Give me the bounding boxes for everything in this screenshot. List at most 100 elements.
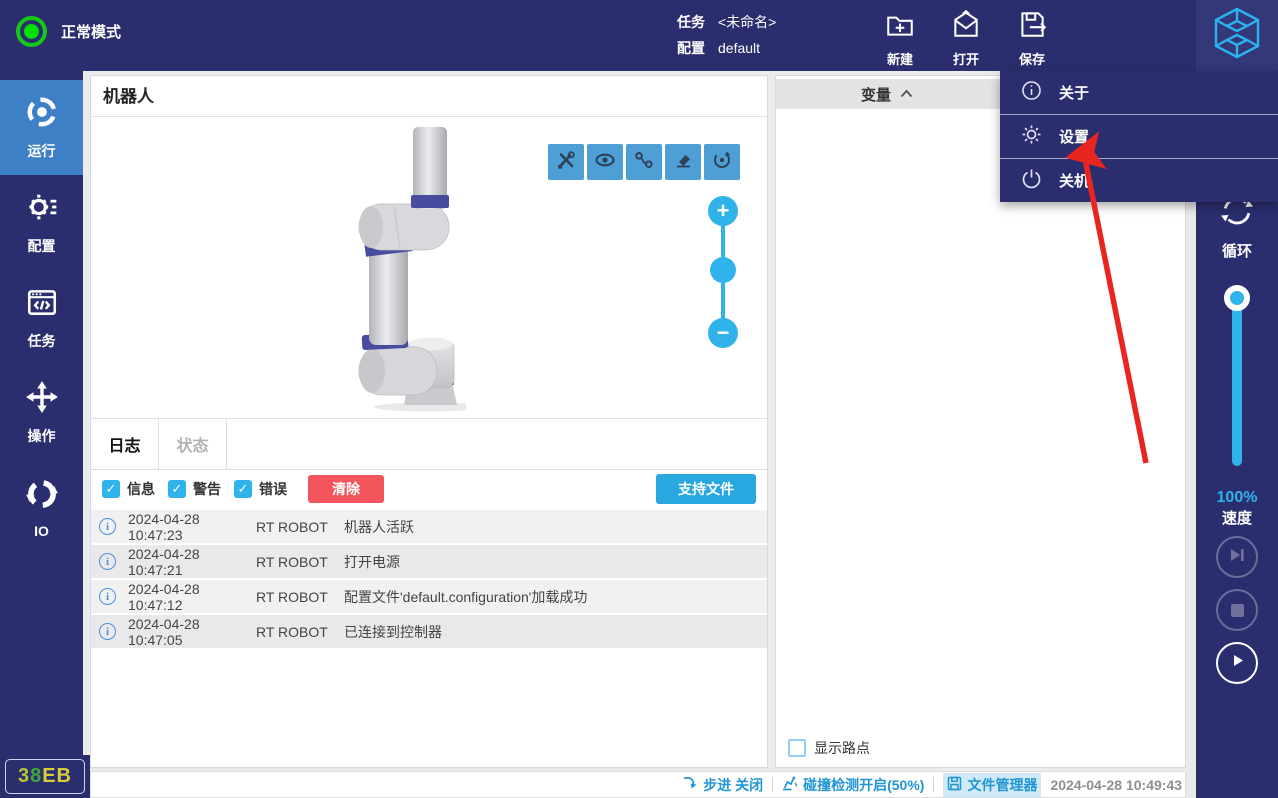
gear-list-icon [25, 190, 59, 229]
status-code-badge: 3 8 EB [5, 759, 85, 794]
speed-readout: 100% 速度 [1196, 487, 1278, 529]
menu-item-shutdown[interactable]: 关机 [1000, 158, 1278, 202]
sidebar-item-operate[interactable]: 操作 [0, 365, 83, 460]
play-icon [1228, 652, 1246, 674]
viewport-toolbar [548, 144, 740, 180]
mode-label: 正常模式 [61, 24, 122, 41]
show-waypoints-label: 显示路点 [814, 740, 870, 756]
robot-arm-render [358, 127, 466, 412]
sidebar-item-run-label: 运行 [27, 142, 56, 159]
file-manager-button[interactable]: 文件管理器 [943, 772, 1042, 797]
open-task-label: 打开 [952, 52, 979, 67]
tab-log[interactable]: 日志 [91, 419, 159, 469]
sidebar-item-task[interactable]: 任务 [0, 270, 83, 365]
status-code-char: 8 [30, 765, 43, 787]
path-curve-icon [633, 149, 655, 176]
divider [772, 777, 774, 792]
support-file-button[interactable]: 支持文件 [656, 474, 756, 504]
left-sidebar: 运行 配置 任务 操作 IO [0, 71, 83, 798]
status-code-char: 3 [17, 765, 31, 787]
eye-icon [594, 149, 616, 176]
mode-indicator-group: 正常模式 [16, 16, 121, 47]
new-task-button[interactable]: 新建 [884, 8, 916, 68]
warning-filter-checkbox[interactable] [168, 480, 186, 498]
speed-slider-handle[interactable] [1224, 285, 1250, 311]
error-filter-checkbox[interactable] [234, 480, 252, 498]
io-arrows-icon [25, 477, 59, 516]
log-row[interactable]: i 2024-04-28 10:47:12 RT ROBOT 配置文件'defa… [91, 578, 767, 613]
eraser-button[interactable] [665, 144, 701, 180]
sidebar-item-run[interactable]: 运行 [0, 80, 83, 175]
path-button[interactable] [626, 144, 662, 180]
log-message: 配置文件'default.configuration'加载成功 [344, 588, 588, 605]
error-filter-label: 错误 [259, 481, 287, 497]
info-icon: i [99, 588, 116, 605]
sidebar-item-io-label: IO [34, 522, 49, 539]
step-forward-button[interactable] [1216, 536, 1258, 578]
clear-log-button[interactable]: 清除 [308, 475, 384, 503]
sidebar-item-task-label: 任务 [27, 332, 56, 349]
new-folder-icon [884, 8, 916, 45]
variables-title: 变量 [861, 86, 892, 104]
step-mode-label: 步进 关闭 [703, 776, 764, 793]
open-task-button[interactable]: 打开 [950, 8, 982, 68]
info-filter-label: 信息 [127, 481, 155, 497]
eraser-icon [672, 149, 694, 176]
file-manager-label: 文件管理器 [967, 776, 1038, 793]
speed-label: 速度 [1221, 510, 1252, 527]
log-row[interactable]: i 2024-04-28 10:47:23 RT ROBOT 机器人活跃 [91, 508, 767, 543]
log-list: i 2024-04-28 10:47:23 RT ROBOT 机器人活跃 i 2… [91, 508, 767, 648]
info-icon: i [99, 518, 116, 535]
reset-rotation-button[interactable] [704, 144, 740, 180]
show-waypoints-checkbox[interactable] [788, 739, 806, 757]
visibility-button[interactable] [587, 144, 623, 180]
status-indicator-icon [16, 16, 47, 47]
collision-detection-label: 碰撞检测开启(50%) [803, 776, 925, 793]
speed-value: 100% [1216, 489, 1258, 506]
viewport-zoom-control: + − [708, 196, 738, 348]
save-icon [1016, 8, 1048, 45]
tab-status[interactable]: 状态 [159, 419, 227, 469]
tools-button[interactable] [548, 144, 584, 180]
log-time: 2024-04-28 10:47:05 [128, 615, 200, 648]
variables-collapse-toggle[interactable]: 变量 [861, 84, 913, 105]
log-message: 已连接到控制器 [344, 623, 442, 640]
save-task-button[interactable]: 保存 [1016, 8, 1048, 68]
task-label: 任务 [677, 14, 705, 30]
log-time: 2024-04-28 10:47:12 [128, 580, 200, 613]
divider [933, 777, 935, 792]
log-source: RT ROBOT [256, 518, 328, 535]
info-icon: i [99, 553, 116, 570]
speed-slider-track[interactable] [1232, 298, 1242, 466]
log-row[interactable]: i 2024-04-28 10:47:05 RT ROBOT 已连接到控制器 [91, 613, 767, 648]
collision-robot-icon [782, 775, 798, 794]
zoom-slider-handle[interactable] [710, 257, 736, 283]
zoom-out-button[interactable]: − [708, 318, 738, 348]
play-button[interactable] [1216, 642, 1258, 684]
step-mode-toggle[interactable]: 步进 关闭 [682, 775, 763, 795]
gear-icon [1021, 124, 1042, 149]
menu-item-settings-label: 设置 [1059, 129, 1090, 146]
save-task-label: 保存 [1018, 52, 1045, 67]
zoom-in-button[interactable]: + [708, 196, 738, 226]
sidebar-item-io[interactable]: IO [0, 460, 83, 555]
stop-button[interactable] [1216, 589, 1258, 631]
robot-3d-viewport[interactable]: + − [91, 117, 767, 419]
sidebar-item-config[interactable]: 配置 [0, 175, 83, 270]
new-task-label: 新建 [886, 52, 913, 67]
info-filter-checkbox[interactable] [102, 480, 120, 498]
log-row[interactable]: i 2024-04-28 10:47:21 RT ROBOT 打开电源 [91, 543, 767, 578]
log-source: RT ROBOT [256, 553, 328, 570]
move-arrows-icon [25, 380, 59, 419]
collision-detection-toggle[interactable]: 碰撞检测开启(50%) [782, 775, 924, 795]
loop-mode-button[interactable]: 循环 [1196, 193, 1278, 261]
open-envelope-icon [950, 8, 982, 45]
app-root: 正常模式 任务 <未命名> 配置 default 新建 打开 保存 运行 配置 … [0, 0, 1278, 798]
app-logo-button[interactable] [1196, 0, 1278, 71]
menu-item-shutdown-label: 关机 [1059, 173, 1090, 190]
robot-panel-title: 机器人 [91, 76, 767, 117]
menu-item-about[interactable]: 关于 [1000, 71, 1278, 114]
menu-item-settings[interactable]: 设置 [1000, 114, 1278, 158]
log-message: 打开电源 [344, 553, 400, 570]
sidebar-item-operate-label: 操作 [27, 427, 56, 444]
